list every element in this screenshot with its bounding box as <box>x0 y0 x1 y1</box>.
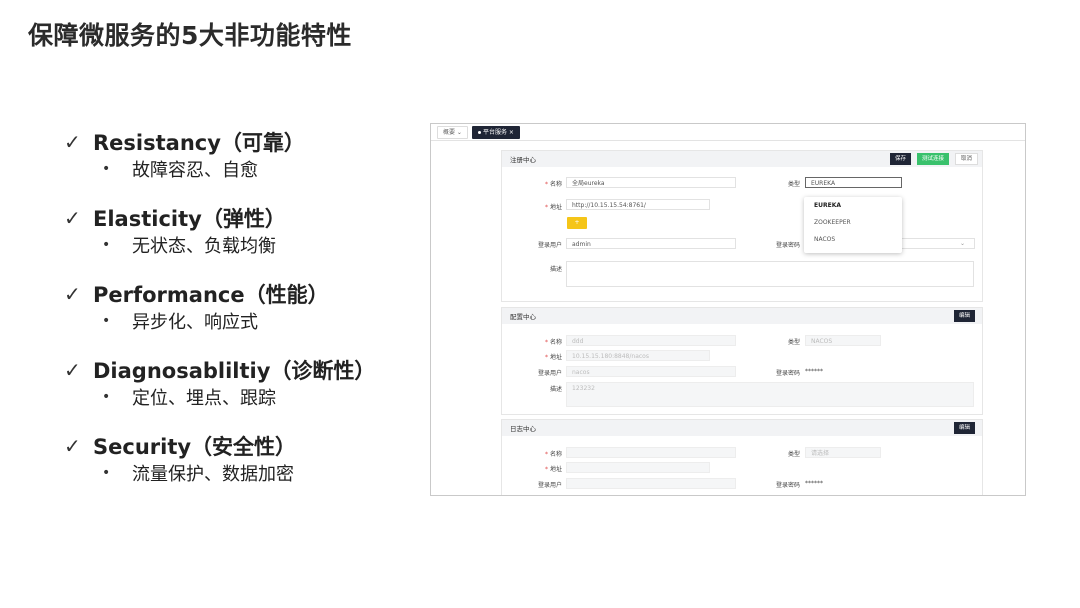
name-label: 名称 <box>549 181 562 188</box>
check-icon: ✓ <box>64 358 81 382</box>
test-connection-button[interactable]: 测试连接 <box>917 153 950 165</box>
feature-name: Diagnosabliltiy（诊断性） <box>93 359 376 383</box>
card-title: 注册中心 <box>510 156 536 164</box>
app-screenshot: 概要 ⌄ 平台服务 × 注册中心 保存 测试连接 取消 * 名称 全局eureka… <box>430 123 1026 496</box>
bullet-icon: • <box>102 465 111 481</box>
card-title: 配置中心 <box>510 313 536 321</box>
type-dropdown: EUREKA ZOOKEEPER NACOS <box>804 197 902 253</box>
name-input[interactable]: 全局eureka <box>566 177 736 188</box>
bullet-icon: • <box>102 161 111 177</box>
feature-detail: 定位、埋点、跟踪 <box>132 388 276 409</box>
feature-item: ✓ Elasticity（弹性） • 无状态、负载均衡 <box>64 202 424 278</box>
feature-item: ✓ Security（安全性） • 流量保护、数据加密 <box>64 430 424 506</box>
check-icon: ✓ <box>64 130 81 154</box>
address-input[interactable]: 10.15.15.180:8848/nacos <box>566 350 710 361</box>
feature-name: Performance（性能） <box>93 283 329 307</box>
card-title: 日志中心 <box>510 425 536 433</box>
address-input[interactable]: http://10.15.15.54:8761/ <box>566 199 710 210</box>
feature-item: ✓ Resistancy（可靠） • 故障容忍、自愈 <box>64 126 424 202</box>
name-input[interactable]: ddd <box>566 335 736 346</box>
cancel-button[interactable]: 取消 <box>955 153 979 165</box>
type-select[interactable]: NACOS <box>805 335 881 346</box>
registry-card: 注册中心 保存 测试连接 取消 * 名称 全局eureka 类型 EUREKA *… <box>501 150 983 302</box>
add-address-button[interactable]: + <box>567 217 587 229</box>
password-value: ****** <box>805 480 823 487</box>
description-textarea[interactable] <box>566 382 974 407</box>
log-card: 日志中心 编辑 * 名称 类型 请选择 * 地址 登录用户 登录密码 ****** <box>501 419 983 495</box>
type-label: 类型 <box>787 181 800 188</box>
feature-item: ✓ Performance（性能） • 异步化、响应式 <box>64 278 424 354</box>
user-input[interactable]: admin <box>566 238 736 249</box>
feature-detail: 异步化、响应式 <box>132 312 258 333</box>
tab-overview[interactable]: 概要 ⌄ <box>437 125 468 139</box>
check-icon: ✓ <box>64 282 81 306</box>
feature-detail: 流量保护、数据加密 <box>132 464 294 485</box>
feature-name: Resistancy（可靠） <box>93 131 305 155</box>
password-label: 登录密码 <box>775 370 800 377</box>
tab-bar: 概要 ⌄ 平台服务 × <box>431 124 1025 141</box>
description-label: 描述 <box>549 266 562 273</box>
user-input[interactable]: nacos <box>566 366 736 377</box>
slide-title: 保障微服务的5大非功能特性 <box>28 21 352 50</box>
type-select[interactable]: 请选择 <box>805 447 881 458</box>
feature-name: Elasticity（弹性） <box>93 207 286 231</box>
name-label: 名称 <box>549 451 562 458</box>
user-label: 登录用户 <box>537 370 562 377</box>
password-value: ****** <box>805 368 823 375</box>
bullet-icon: • <box>102 389 111 405</box>
feature-list: ✓ Resistancy（可靠） • 故障容忍、自愈 ✓ Elasticity（弹性）… <box>64 126 424 506</box>
type-select[interactable]: EUREKA <box>805 177 902 188</box>
password-label: 登录密码 <box>775 242 800 249</box>
password-label: 登录密码 <box>775 482 800 489</box>
feature-detail: 无状态、负载均衡 <box>132 236 276 257</box>
save-button[interactable]: 保存 <box>890 153 912 165</box>
feature-detail: 故障容忍、自愈 <box>132 160 258 181</box>
bullet-icon: • <box>102 237 111 253</box>
edit-button[interactable]: 编辑 <box>954 310 976 322</box>
user-label: 登录用户 <box>537 242 562 249</box>
description-value: 123232 <box>572 385 595 392</box>
feature-item: ✓ Diagnosabliltiy（诊断性） • 定位、埋点、跟踪 <box>64 354 424 430</box>
address-input[interactable] <box>566 462 710 473</box>
edit-button[interactable]: 编辑 <box>954 422 976 434</box>
description-label: 描述 <box>549 386 562 393</box>
user-label: 登录用户 <box>537 482 562 489</box>
tab-platform-service[interactable]: 平台服务 × <box>471 125 520 139</box>
bullet-icon: • <box>102 313 111 329</box>
address-label: 地址 <box>549 204 562 211</box>
user-input[interactable] <box>566 478 736 489</box>
name-label: 名称 <box>549 339 562 346</box>
address-label: 地址 <box>549 466 562 473</box>
description-textarea[interactable] <box>566 261 974 287</box>
option-nacos[interactable]: NACOS <box>804 231 902 248</box>
config-card: 配置中心 编辑 * 名称 ddd 类型 NACOS * 地址 10.15.15.18… <box>501 307 983 415</box>
type-label: 类型 <box>787 451 800 458</box>
chevron-down-icon: ⌄ <box>960 240 966 247</box>
name-input[interactable] <box>566 447 736 458</box>
option-eureka[interactable]: EUREKA <box>804 197 902 214</box>
check-icon: ✓ <box>64 434 81 458</box>
address-label: 地址 <box>549 354 562 361</box>
check-icon: ✓ <box>64 206 81 230</box>
type-label: 类型 <box>787 339 800 346</box>
feature-name: Security（安全性） <box>93 435 297 459</box>
option-zookeeper[interactable]: ZOOKEEPER <box>804 214 902 231</box>
